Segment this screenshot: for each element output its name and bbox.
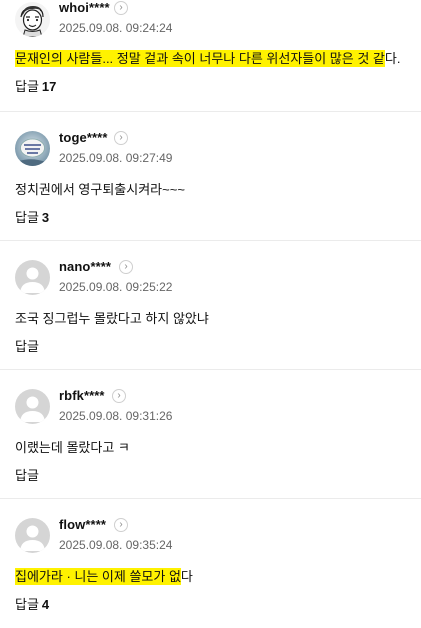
reply-label: 답글	[15, 597, 39, 612]
default-user-icon	[15, 518, 50, 553]
avatar[interactable]	[15, 389, 50, 424]
comment-text-rest: 이랬는데 몰랐다고 ㅋ	[15, 440, 130, 455]
chevron-right-icon[interactable]: ›	[114, 1, 128, 15]
reply-button[interactable]: 답글 3	[15, 207, 49, 226]
comment-list: whoi**** › 2025.09.08. 09:24:24 문재인의 사람들…	[0, 0, 421, 628]
avatar[interactable]	[15, 518, 50, 553]
comment-item: toge**** › 2025.09.08. 09:27:49 정치권에서 영구…	[0, 112, 421, 241]
comment-date: 2025.09.08. 09:31:26	[59, 409, 173, 423]
comment-text: 문재인의 사람들... 정말 겉과 속이 너무나 다른 위선자들이 많은 것 같…	[15, 48, 400, 67]
default-user-icon	[15, 389, 50, 424]
reply-count: 4	[41, 597, 50, 612]
chevron-right-icon[interactable]: ›	[114, 518, 128, 532]
reply-count: 3	[41, 210, 50, 225]
comment-text-rest: 조국 징그럽누 몰랐다고 하지 않았냐	[15, 311, 209, 326]
reply-label: 답글	[15, 79, 39, 94]
comment-item: nano**** › 2025.09.08. 09:25:22 조국 징그럽누 …	[0, 241, 421, 370]
comment-date: 2025.09.08. 09:27:49	[59, 151, 173, 165]
highlighted-text: 집에가라 · 니는 이제 쓸모가 없	[15, 568, 181, 585]
comment-item: flow**** › 2025.09.08. 09:35:24 집에가라 · 니…	[0, 499, 421, 628]
cartoon-face-icon	[15, 2, 50, 37]
avatar[interactable]	[15, 2, 50, 37]
sticker-avatar-icon	[15, 131, 50, 166]
reply-label: 답글	[15, 210, 39, 225]
reply-button[interactable]: 답글 4	[15, 594, 49, 613]
comment-text: 정치권에서 영구퇴출시켜라~~~	[15, 179, 185, 198]
chevron-right-icon[interactable]: ›	[114, 131, 128, 145]
username[interactable]: flow****	[59, 517, 106, 532]
reply-label: 답글	[15, 339, 39, 354]
reply-button[interactable]: 답글 17	[15, 76, 56, 95]
username[interactable]: rbfk****	[59, 388, 105, 403]
comment-text: 조국 징그럽누 몰랐다고 하지 않았냐	[15, 308, 209, 327]
chevron-right-icon[interactable]: ›	[112, 389, 126, 403]
reply-label: 답글	[15, 468, 39, 483]
avatar[interactable]	[15, 131, 50, 166]
username[interactable]: whoi****	[59, 0, 110, 15]
username[interactable]: toge****	[59, 130, 107, 145]
reply-button[interactable]: 답글	[15, 336, 42, 355]
username[interactable]: nano****	[59, 259, 111, 274]
avatar[interactable]	[15, 260, 50, 295]
default-user-icon	[15, 260, 50, 295]
comment-text: 이랬는데 몰랐다고 ㅋ	[15, 437, 130, 456]
comment-date: 2025.09.08. 09:25:22	[59, 280, 173, 294]
comment-item: whoi**** › 2025.09.08. 09:24:24 문재인의 사람들…	[0, 0, 421, 112]
comment-item: rbfk**** › 2025.09.08. 09:31:26 이랬는데 몰랐다…	[0, 370, 421, 499]
comment-text-rest: 다.	[384, 51, 401, 66]
comment-text-rest: 정치권에서 영구퇴출시켜라~~~	[15, 182, 185, 197]
reply-button[interactable]: 답글	[15, 465, 42, 484]
comment-date: 2025.09.08. 09:35:24	[59, 538, 173, 552]
comment-text-rest: 다	[180, 569, 193, 584]
highlighted-text: 문재인의 사람들... 정말 겉과 속이 너무나 다른 위선자들이 많은 것 같	[15, 50, 385, 67]
chevron-right-icon[interactable]: ›	[119, 260, 133, 274]
reply-count: 17	[41, 79, 57, 94]
comment-date: 2025.09.08. 09:24:24	[59, 21, 173, 35]
comment-text: 집에가라 · 니는 이제 쓸모가 없다	[15, 566, 193, 585]
